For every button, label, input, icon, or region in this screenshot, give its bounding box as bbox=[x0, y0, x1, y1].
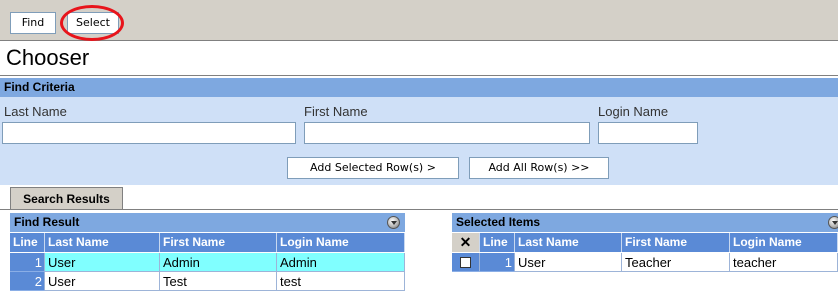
cell-first-name: Teacher bbox=[622, 253, 730, 272]
column-header-login-name[interactable]: Login Name bbox=[730, 233, 838, 252]
selected-items-header: Selected Items bbox=[452, 213, 838, 232]
row-checkbox[interactable] bbox=[460, 257, 471, 268]
cell-login-name: test bbox=[277, 272, 405, 291]
row-checkbox-cell bbox=[452, 253, 480, 272]
find-criteria-header: Find Criteria bbox=[0, 78, 838, 97]
cell-login-name: teacher bbox=[730, 253, 838, 272]
collapse-circle-icon[interactable] bbox=[828, 216, 838, 229]
toolbar: Find Select bbox=[0, 0, 838, 41]
row-line-number: 1 bbox=[10, 253, 45, 272]
column-header-login-name[interactable]: Login Name bbox=[277, 233, 405, 252]
column-header-last-name[interactable]: Last Name bbox=[515, 233, 622, 252]
login-name-label: Login Name bbox=[598, 104, 669, 119]
column-header-first-name[interactable]: First Name bbox=[160, 233, 277, 252]
tab-search-results[interactable]: Search Results bbox=[10, 187, 123, 210]
first-name-label: First Name bbox=[304, 104, 368, 119]
column-header-last-name[interactable]: Last Name bbox=[45, 233, 160, 252]
select-all-x-icon[interactable]: ✕ bbox=[452, 233, 480, 252]
row-line-number: 2 bbox=[10, 272, 45, 291]
login-name-input[interactable] bbox=[598, 122, 698, 144]
cell-last-name: User bbox=[45, 253, 160, 272]
find-button[interactable]: Find bbox=[10, 12, 56, 34]
tab-divider bbox=[0, 209, 838, 210]
cell-first-name: Test bbox=[160, 272, 277, 291]
find-criteria-panel: Find Criteria Last Name First Name Login… bbox=[0, 78, 838, 185]
column-header-line[interactable]: Line bbox=[10, 233, 45, 252]
find-result-header: Find Result bbox=[10, 213, 405, 232]
selected-items-title: Selected Items bbox=[456, 215, 541, 229]
page-title: Chooser bbox=[6, 45, 90, 70]
find-result-title: Find Result bbox=[14, 215, 80, 229]
title-divider bbox=[0, 75, 838, 76]
select-button[interactable]: Select bbox=[67, 12, 119, 34]
column-header-first-name[interactable]: First Name bbox=[622, 233, 730, 252]
row-line-number: 1 bbox=[480, 253, 515, 272]
first-name-input[interactable] bbox=[304, 122, 590, 144]
cell-first-name: Admin bbox=[160, 253, 277, 272]
cell-login-name: Admin bbox=[277, 253, 405, 272]
add-all-rows-button[interactable]: Add All Row(s) >> bbox=[469, 157, 609, 179]
column-header-line[interactable]: Line bbox=[480, 233, 515, 252]
add-selected-rows-button[interactable]: Add Selected Row(s) > bbox=[287, 157, 459, 179]
last-name-input[interactable] bbox=[2, 122, 296, 144]
cell-last-name: User bbox=[45, 272, 160, 291]
last-name-label: Last Name bbox=[4, 104, 67, 119]
collapse-circle-icon[interactable] bbox=[387, 216, 400, 229]
cell-last-name: User bbox=[515, 253, 622, 272]
